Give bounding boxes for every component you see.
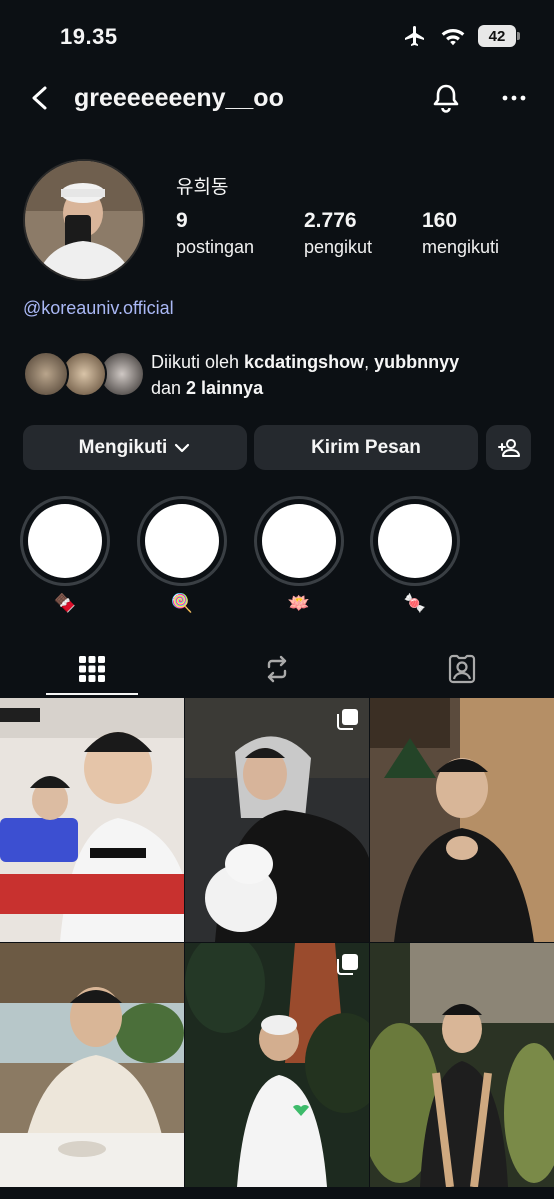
tagged-person-icon [448,654,476,684]
active-tab-indicator [46,693,138,695]
back-button[interactable] [22,80,58,116]
bio-mention-link[interactable]: @koreauniv.official [23,298,174,319]
suggest-people-button[interactable] [486,425,531,470]
grid-post[interactable] [370,698,554,942]
tab-reposts[interactable] [185,640,369,698]
tab-tagged[interactable] [370,640,554,698]
highlight-ring [370,496,460,586]
following-count: 160 [422,209,458,232]
highlight-ring [254,496,344,586]
profile-username: greeeeeeeny__oo [74,84,284,112]
repost-icon [267,655,287,683]
story-highlight[interactable]: 🍫 [20,496,110,614]
multiple-photos-icon [337,954,358,975]
followers-stat[interactable]: 2.776 pengikut [304,208,372,260]
follower-avatar [23,351,69,397]
followed-by-separator: , [364,352,375,372]
highlight-ring [20,496,110,586]
story-highlight[interactable]: 🪷 [254,496,344,614]
posts-stat[interactable]: 9 postingan [176,208,254,260]
profile-avatar[interactable] [23,159,145,281]
followed-by-prefix: Diikuti oleh [151,352,245,372]
more-horizontal-icon [502,95,526,101]
following-button-label: Mengikuti [78,436,168,458]
profile-header: greeeeeeeny__oo [0,72,554,126]
bell-icon [433,84,459,113]
send-message-button[interactable]: Kirim Pesan [254,425,478,470]
highlight-cover [378,504,452,578]
notifications-button[interactable] [428,80,464,116]
followed-by-and: dan [151,378,187,398]
post-thumbnail [370,943,554,1187]
following-label: mengikuti [422,237,500,257]
highlight-title: 🍬 [403,593,427,613]
highlight-title: 🍫 [53,593,77,613]
posts-grid [0,698,554,1199]
status-time: 19.35 [60,24,118,49]
post-thumbnail [0,698,184,942]
grid-post[interactable] [0,943,184,1187]
airplane-mode-icon [405,26,424,46]
battery-indicator: 42 [478,25,520,47]
send-message-label: Kirim Pesan [311,436,421,458]
profile-full-name: 유희동 [176,177,229,198]
status-icons: 42 [402,24,520,48]
follower-name[interactable]: yubbnnyy [374,352,459,372]
post-thumbnail [370,698,554,942]
posts-label: postingan [176,237,255,257]
followers-label: pengikut [304,237,373,257]
more-options-button[interactable] [496,80,532,116]
profile-tabs [0,640,554,698]
highlight-cover [145,504,219,578]
followed-by-section[interactable]: Diikuti oleh kcdatingshow, yubbnnyy dan … [23,349,543,401]
highlight-title: 🪷 [287,593,311,613]
grid-post[interactable] [0,698,184,942]
story-highlight[interactable]: 🍭 [137,496,227,614]
followed-by-text: Diikuti oleh kcdatingshow, yubbnnyy dan … [151,349,531,401]
followed-by-others[interactable]: 2 lainnya [186,378,263,398]
grid-post[interactable] [185,698,369,942]
status-bar: 19.35 42 [0,0,554,72]
grid-icon [79,656,105,682]
grid-post[interactable] [370,943,554,1187]
story-highlight[interactable]: 🍬 [370,496,460,614]
tab-posts-grid[interactable] [0,640,184,698]
posts-count: 9 [176,209,188,232]
followers-count: 2.776 [304,209,357,232]
post-thumbnail [185,943,369,1187]
post-thumbnail [0,943,184,1187]
highlight-title: 🍭 [170,593,194,613]
chevron-down-icon [175,443,190,452]
avatar-photo [25,161,143,279]
post-thumbnail [185,698,369,942]
grid-post[interactable] [185,943,369,1187]
multiple-photos-icon [337,709,358,730]
highlight-cover [262,504,336,578]
highlight-ring [137,496,227,586]
wifi-icon [441,28,465,46]
following-stat[interactable]: 160 mengikuti [422,208,499,260]
chevron-left-icon [32,86,47,110]
following-button[interactable]: Mengikuti [23,425,247,470]
follower-name[interactable]: kcdatingshow [244,352,364,372]
add-person-icon [497,438,520,457]
highlight-cover [28,504,102,578]
